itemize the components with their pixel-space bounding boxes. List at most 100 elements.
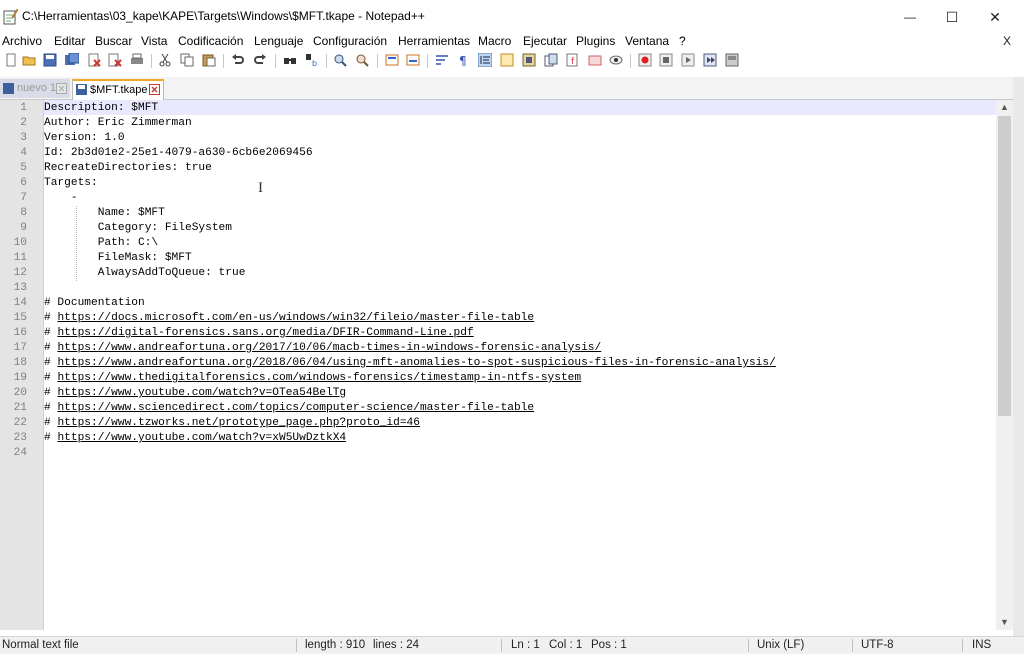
close-all-icon[interactable] xyxy=(108,53,122,67)
line-number: 24 xyxy=(13,447,27,459)
zoom-out-icon[interactable] xyxy=(355,53,369,67)
close-window-button[interactable]: ✕ xyxy=(973,5,1017,29)
url-link[interactable]: https://www.sciencedirect.com/topics/com… xyxy=(57,402,534,414)
scrollbar-thumb[interactable] xyxy=(998,116,1011,416)
menu-editar[interactable]: Editar xyxy=(54,33,85,50)
sync-horizontal-icon[interactable] xyxy=(406,53,420,67)
tab-mft-tkape[interactable]: $MFT.tkape xyxy=(72,79,164,100)
line-text: # https://www.youtube.com/watch?v=xW5UwD… xyxy=(44,431,346,446)
word-wrap-icon[interactable] xyxy=(435,53,449,67)
url-link[interactable]: https://www.tzworks.net/prototype_page.p… xyxy=(57,417,420,429)
line-number: 14 xyxy=(13,297,27,309)
spell-check-icon[interactable] xyxy=(609,53,623,67)
toolbar-separator xyxy=(630,54,631,68)
cut-icon[interactable] xyxy=(158,53,172,67)
menu-help[interactable]: ? xyxy=(679,33,686,50)
editor-line: 9 Category: FileSystem xyxy=(0,221,996,236)
document-map-icon[interactable] xyxy=(522,53,536,67)
close-icon[interactable] xyxy=(87,53,101,67)
line-number: 21 xyxy=(13,402,27,414)
function-list-icon[interactable] xyxy=(544,53,558,67)
line-number: 13 xyxy=(13,282,27,294)
line-content: Id: 2b3d01e2-25e1-4079-a630-6cb6e2069456 xyxy=(44,147,313,159)
record-macro-icon[interactable] xyxy=(638,53,652,67)
url-link[interactable]: https://www.youtube.com/watch?v=xW5UwDzt… xyxy=(57,432,346,444)
menu-macro[interactable]: Macro xyxy=(478,33,511,50)
new-file-icon[interactable] xyxy=(4,53,18,67)
url-link[interactable]: https://www.andreafortuna.org/2018/06/04… xyxy=(57,357,775,369)
line-number: 22 xyxy=(13,417,27,429)
menu-plugins[interactable]: Plugins xyxy=(576,33,615,50)
menu-bar: Archivo Editar Buscar Vista Codificación… xyxy=(0,33,1024,50)
tab-close-icon[interactable] xyxy=(149,84,160,95)
line-number: 11 xyxy=(13,252,27,264)
copy-icon[interactable] xyxy=(180,53,194,67)
replace-icon[interactable]: b xyxy=(305,53,319,67)
status-bar: Normal text file length : 910 lines : 24… xyxy=(0,636,1024,654)
playback-macro-icon[interactable] xyxy=(681,53,695,67)
line-text: Targets: xyxy=(44,176,98,191)
save-all-icon[interactable] xyxy=(65,53,79,67)
run-macro-multiple-icon[interactable] xyxy=(703,53,717,67)
toolbar-separator xyxy=(223,54,224,68)
print-icon[interactable] xyxy=(130,53,144,67)
minimize-icon: — xyxy=(904,10,916,24)
tab-nuevo-1[interactable]: nuevo 1 xyxy=(0,79,70,98)
menu-codificacion[interactable]: Codificación xyxy=(178,33,243,50)
tab-close-icon[interactable] xyxy=(56,83,67,94)
url-link[interactable]: https://docs.microsoft.com/en-us/windows… xyxy=(57,312,534,324)
line-content: Author: Eric Zimmerman xyxy=(44,117,192,129)
url-link[interactable]: https://digital-forensics.sans.org/media… xyxy=(57,327,473,339)
maximize-icon: ☐ xyxy=(945,8,959,25)
menu-ejecutar[interactable]: Ejecutar xyxy=(523,33,567,50)
user-defined-language-icon[interactable] xyxy=(500,53,514,67)
save-macro-icon[interactable] xyxy=(725,53,739,67)
undo-icon[interactable] xyxy=(231,53,245,67)
paste-icon[interactable] xyxy=(202,53,216,67)
menu-lenguaje[interactable]: Lenguaje xyxy=(254,33,303,50)
line-content: - xyxy=(44,192,78,204)
menu-configuracion[interactable]: Configuración xyxy=(313,33,387,50)
menu-herramientas[interactable]: Herramientas xyxy=(398,33,470,50)
toolbar: b ¶ f xyxy=(0,51,1024,72)
line-text: Description: $MFT xyxy=(44,101,158,116)
scroll-down-icon[interactable]: ▼ xyxy=(996,615,1013,630)
save-icon[interactable] xyxy=(43,53,57,67)
menu-ventana[interactable]: Ventana xyxy=(625,33,669,50)
line-text: # https://www.andreafortuna.org/2018/06/… xyxy=(44,356,776,371)
minimize-button[interactable]: — xyxy=(888,5,932,29)
menu-vista[interactable]: Vista xyxy=(141,33,167,50)
scroll-up-icon[interactable]: ▲ xyxy=(996,100,1013,115)
zoom-in-icon[interactable] xyxy=(333,53,347,67)
monitoring-icon[interactable] xyxy=(588,53,602,67)
url-link[interactable]: https://www.andreafortuna.org/2017/10/06… xyxy=(57,342,601,354)
redo-icon[interactable] xyxy=(253,53,267,67)
menu-archivo[interactable]: Archivo xyxy=(2,33,42,50)
line-content: # xyxy=(44,312,58,324)
folder-workspace-icon[interactable]: f xyxy=(566,53,580,67)
maximize-button[interactable]: ☐ xyxy=(930,5,974,29)
line-content: # xyxy=(44,357,58,369)
url-link[interactable]: https://www.youtube.com/watch?v=OTea54Be… xyxy=(57,387,346,399)
indent-guide-icon[interactable] xyxy=(478,53,492,67)
window-title: C:\Herramientas\03_kape\KAPE\Targets\Win… xyxy=(22,9,425,23)
editor-line: 16 # https://digital-forensics.sans.org/m… xyxy=(0,326,996,341)
line-text: Version: 1.0 xyxy=(44,131,125,146)
line-number: 4 xyxy=(20,147,27,159)
editor-line: 24 xyxy=(0,446,996,461)
line-text: Id: 2b3d01e2-25e1-4079-a630-6cb6e2069456 xyxy=(44,146,313,161)
line-content: # xyxy=(44,387,58,399)
vertical-scrollbar[interactable]: ▲ ▼ xyxy=(996,100,1013,630)
url-link[interactable]: https://www.thedigitalforensics.com/wind… xyxy=(57,372,581,384)
open-file-icon[interactable] xyxy=(22,53,36,67)
menu-buscar[interactable]: Buscar xyxy=(95,33,132,50)
find-icon[interactable] xyxy=(283,53,297,67)
stop-record-icon[interactable] xyxy=(659,53,673,67)
close-document-button[interactable]: X xyxy=(1003,33,1011,50)
text-editor[interactable]: 1 Description: $MFT 2 Author: Eric Zimmerma… xyxy=(0,100,996,630)
editor-line: 21 # https://www.sciencedirect.com/topics… xyxy=(0,401,996,416)
sync-vertical-icon[interactable] xyxy=(385,53,399,67)
status-separator xyxy=(962,639,963,652)
line-content: # xyxy=(44,342,58,354)
show-all-characters-icon[interactable]: ¶ xyxy=(456,53,470,67)
